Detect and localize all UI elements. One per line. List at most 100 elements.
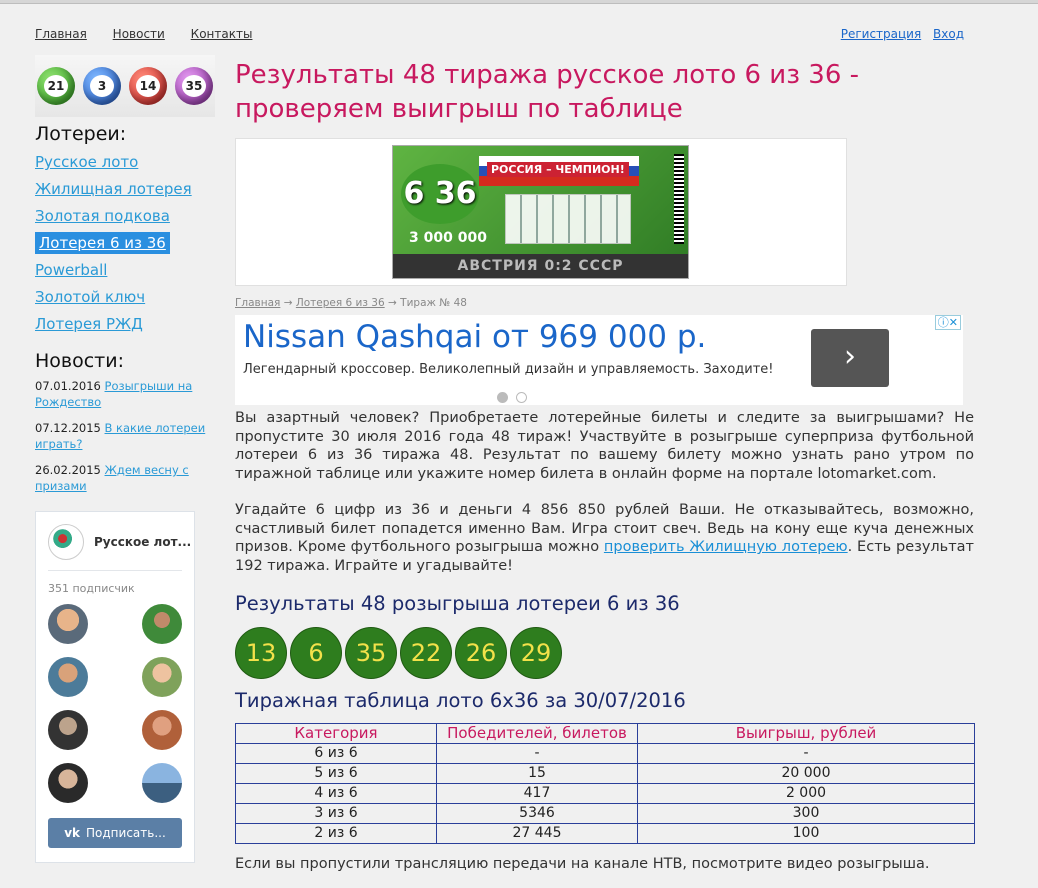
arrow-icon: → — [283, 297, 293, 309]
sidebar-item-golden-horseshoe[interactable]: Золотая подкова — [35, 205, 215, 232]
avatar[interactable] — [48, 710, 88, 750]
column-header: Победителей, билетов — [436, 723, 638, 744]
avatar[interactable] — [142, 710, 182, 750]
sidebar-item-housing-lottery[interactable]: Жилищная лотерея — [35, 178, 215, 205]
table-cell: 20 000 — [637, 763, 975, 784]
sidebar-item-powerball[interactable]: Powerball — [35, 259, 215, 286]
ad-next-button[interactable]: › — [811, 329, 889, 387]
ball-icon: 14 — [129, 67, 167, 105]
avatar[interactable] — [142, 657, 182, 697]
table-row: 4 из 6 417 2 000 — [235, 783, 975, 804]
results-heading: Результаты 48 розыгрыша лотереи 6 из 36 — [235, 592, 680, 615]
ad-pagination — [497, 388, 535, 407]
vk-icon: vk — [64, 826, 81, 840]
intro-paragraph: Вы азартный человек? Приобретаете лотере… — [235, 410, 974, 482]
results-table: Категория Победителей, билетов Выигрыш, … — [235, 723, 975, 844]
sidebar-item-rzhd-lottery[interactable]: Лотерея РЖД — [35, 313, 215, 340]
table-row: 5 из 6 15 20 000 — [235, 763, 975, 784]
ball-icon: 35 — [175, 67, 213, 105]
register-link[interactable]: Регистрация — [841, 27, 921, 41]
ticket-prize: 3 000 000 — [409, 230, 487, 246]
table-header-row: Категория Победителей, билетов Выигрыш, … — [235, 723, 975, 744]
nav-home-link[interactable]: Главная — [35, 27, 87, 41]
news-item: 07.01.2016 Розыгрыши на Рождество — [35, 378, 215, 410]
divider — [48, 570, 182, 571]
number-ball: 13 — [235, 627, 287, 679]
table-cell: 4 из 6 — [235, 783, 437, 804]
sidebar-item-russian-loto[interactable]: Русское лото — [35, 151, 215, 178]
table-cell: 300 — [637, 803, 975, 824]
browser-top-edge — [0, 0, 1038, 4]
avatar[interactable] — [48, 657, 88, 697]
advertisement[interactable]: Nissan Qashqai от 969 000 р. Легендарный… — [235, 315, 963, 405]
breadcrumb: Главная → Лотерея 6 из 36 → Тираж № 48 — [235, 297, 467, 309]
page-title: Результаты 48 тиража русское лото 6 из 3… — [235, 60, 860, 124]
ad-text[interactable]: Легендарный кроссовер. Великолепный диза… — [243, 362, 774, 377]
table-cell: 2 000 — [637, 783, 975, 804]
number-ball: 35 — [345, 627, 397, 679]
table-cell: - — [436, 743, 638, 764]
ad-close-icon[interactable]: ⓘ✕ — [934, 315, 961, 330]
avatar[interactable] — [48, 763, 88, 803]
avatar[interactable] — [142, 604, 182, 644]
lotteries-heading: Лотереи: — [35, 123, 127, 145]
sidebar-item-6-of-36[interactable]: Лотерея 6 из 36 — [35, 232, 170, 254]
table-row: 6 из 6 - - — [235, 743, 975, 764]
news-heading: Новости: — [35, 350, 124, 372]
breadcrumb-current: Тираж № 48 — [400, 297, 467, 309]
table-cell: 5 из 6 — [235, 763, 437, 784]
housing-lottery-link[interactable]: проверить Жилищную лотерею — [604, 539, 848, 555]
news-date: 26.02.2015 — [35, 463, 101, 477]
lottery-ticket-image: 6 36 РОССИЯ – ЧЕМПИОН! 3 000 000 АВСТРИЯ… — [392, 145, 689, 279]
table-cell: 2 из 6 — [235, 823, 437, 844]
vk-group-header[interactable]: Русское лот... — [48, 524, 191, 560]
number-ball: 29 — [510, 627, 562, 679]
ad-title[interactable]: Nissan Qashqai от 969 000 р. — [243, 319, 706, 355]
news-item: 26.02.2015 Ждем весну с призами — [35, 462, 215, 494]
table-row: 3 из 6 5346 300 — [235, 803, 975, 824]
vk-subscribe-button[interactable]: vk Подписать... — [48, 818, 182, 848]
sidebar-item-golden-key[interactable]: Золотой ключ — [35, 286, 215, 313]
table-cell: 5346 — [436, 803, 638, 824]
vk-group-avatar[interactable] — [48, 524, 84, 560]
news-item: 07.12.2015 В какие лотереи играть? — [35, 420, 215, 452]
nav-contacts-link[interactable]: Контакты — [191, 27, 253, 41]
table-cell: 417 — [436, 783, 638, 804]
number-ball: 22 — [400, 627, 452, 679]
ticket-banner: 6 36 РОССИЯ – ЧЕМПИОН! 3 000 000 АВСТРИЯ… — [235, 138, 847, 286]
vk-widget: Русское лот... 351 подписчик vk Подписать… — [35, 511, 195, 863]
table-cell: - — [637, 743, 975, 764]
video-note: Если вы пропустили трансляцию передачи н… — [235, 856, 930, 872]
breadcrumb-lottery[interactable]: Лотерея 6 из 36 — [296, 297, 385, 309]
russia-flag-icon: РОССИЯ – ЧЕМПИОН! — [479, 156, 639, 186]
ad-dot[interactable] — [497, 392, 508, 403]
column-header: Категория — [235, 723, 437, 744]
lotto-balls-logo: 21 3 14 35 — [35, 55, 215, 117]
table-row: 2 из 6 27 445 100 — [235, 823, 975, 844]
second-paragraph: Угадайте 6 цифр из 36 и деньги 4 856 850… — [235, 502, 974, 574]
ticket-banner-text: РОССИЯ – ЧЕМПИОН! — [487, 162, 629, 177]
table-cell: 100 — [637, 823, 975, 844]
top-nav: Главная Новости Контакты — [35, 27, 274, 41]
barcode-icon — [674, 154, 684, 244]
avatar[interactable] — [142, 763, 182, 803]
avatar[interactable] — [48, 604, 88, 644]
nav-news-link[interactable]: Новости — [113, 27, 165, 41]
number-ball: 26 — [455, 627, 507, 679]
ticket-number-grid — [505, 194, 631, 244]
news-date: 07.01.2016 — [35, 379, 101, 393]
login-link[interactable]: Вход — [933, 27, 964, 41]
auth-nav: Регистрация Вход — [833, 27, 964, 41]
sidebar: 21 3 14 35 Лотереи: Русское лото Жилищна… — [35, 55, 215, 504]
ticket-score: АВСТРИЯ 0:2 СССР — [393, 254, 688, 278]
ad-dot[interactable] — [516, 392, 527, 403]
ball-icon: 3 — [83, 67, 121, 105]
ball-icon: 21 — [37, 67, 75, 105]
vk-group-name[interactable]: Русское лот... — [94, 535, 191, 549]
table-cell: 27 445 — [436, 823, 638, 844]
ticket-logo: 6 36 — [401, 164, 479, 224]
vk-subscriber-count: 351 подписчик — [48, 582, 135, 595]
breadcrumb-home[interactable]: Главная — [235, 297, 280, 309]
news-date: 07.12.2015 — [35, 421, 101, 435]
column-header: Выигрыш, рублей — [637, 723, 975, 744]
